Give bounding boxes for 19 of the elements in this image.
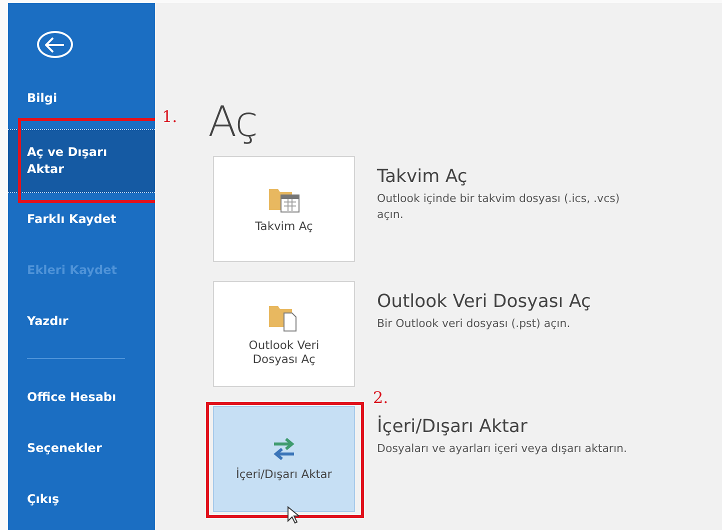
sidebar-item[interactable]: Yazdır: [8, 301, 155, 342]
step-number: 2.: [373, 388, 388, 407]
sidebar-item[interactable]: Seçenekler: [8, 428, 155, 469]
option-description: Bir Outlook veri dosyası (.pst) açın.: [377, 316, 572, 332]
option-tile[interactable]: İçeri/Dışarı Aktar: [213, 406, 355, 512]
step-number: 1.: [162, 107, 178, 126]
sidebar-item[interactable]: Farklı Kaydet: [8, 199, 155, 240]
sidebar-item[interactable]: Aç ve Dışarı Aktar: [8, 129, 155, 194]
option-description: Outlook içinde bir takvim dosyası (.ics, .vcs) açın.: [377, 191, 621, 223]
sidebar-item[interactable]: Çıkış: [8, 479, 155, 520]
option-description: Dosyaları ve ayarları içeri veya dışarı aktarın.: [377, 441, 627, 457]
option-heading: İçeri/Dışarı Aktar: [377, 416, 528, 437]
option-tile[interactable]: Outlook Veri Dosyası Aç: [213, 281, 355, 387]
sidebar-item[interactable]: Bilgi: [8, 78, 155, 120]
option-heading: Takvim Aç: [377, 166, 468, 187]
page-title: Aç: [208, 97, 258, 146]
option-tile[interactable]: Takvim Aç: [213, 156, 355, 262]
sidebar-item[interactable]: Office Hesabı: [8, 377, 155, 418]
option-heading: Outlook Veri Dosyası Aç: [377, 291, 591, 312]
